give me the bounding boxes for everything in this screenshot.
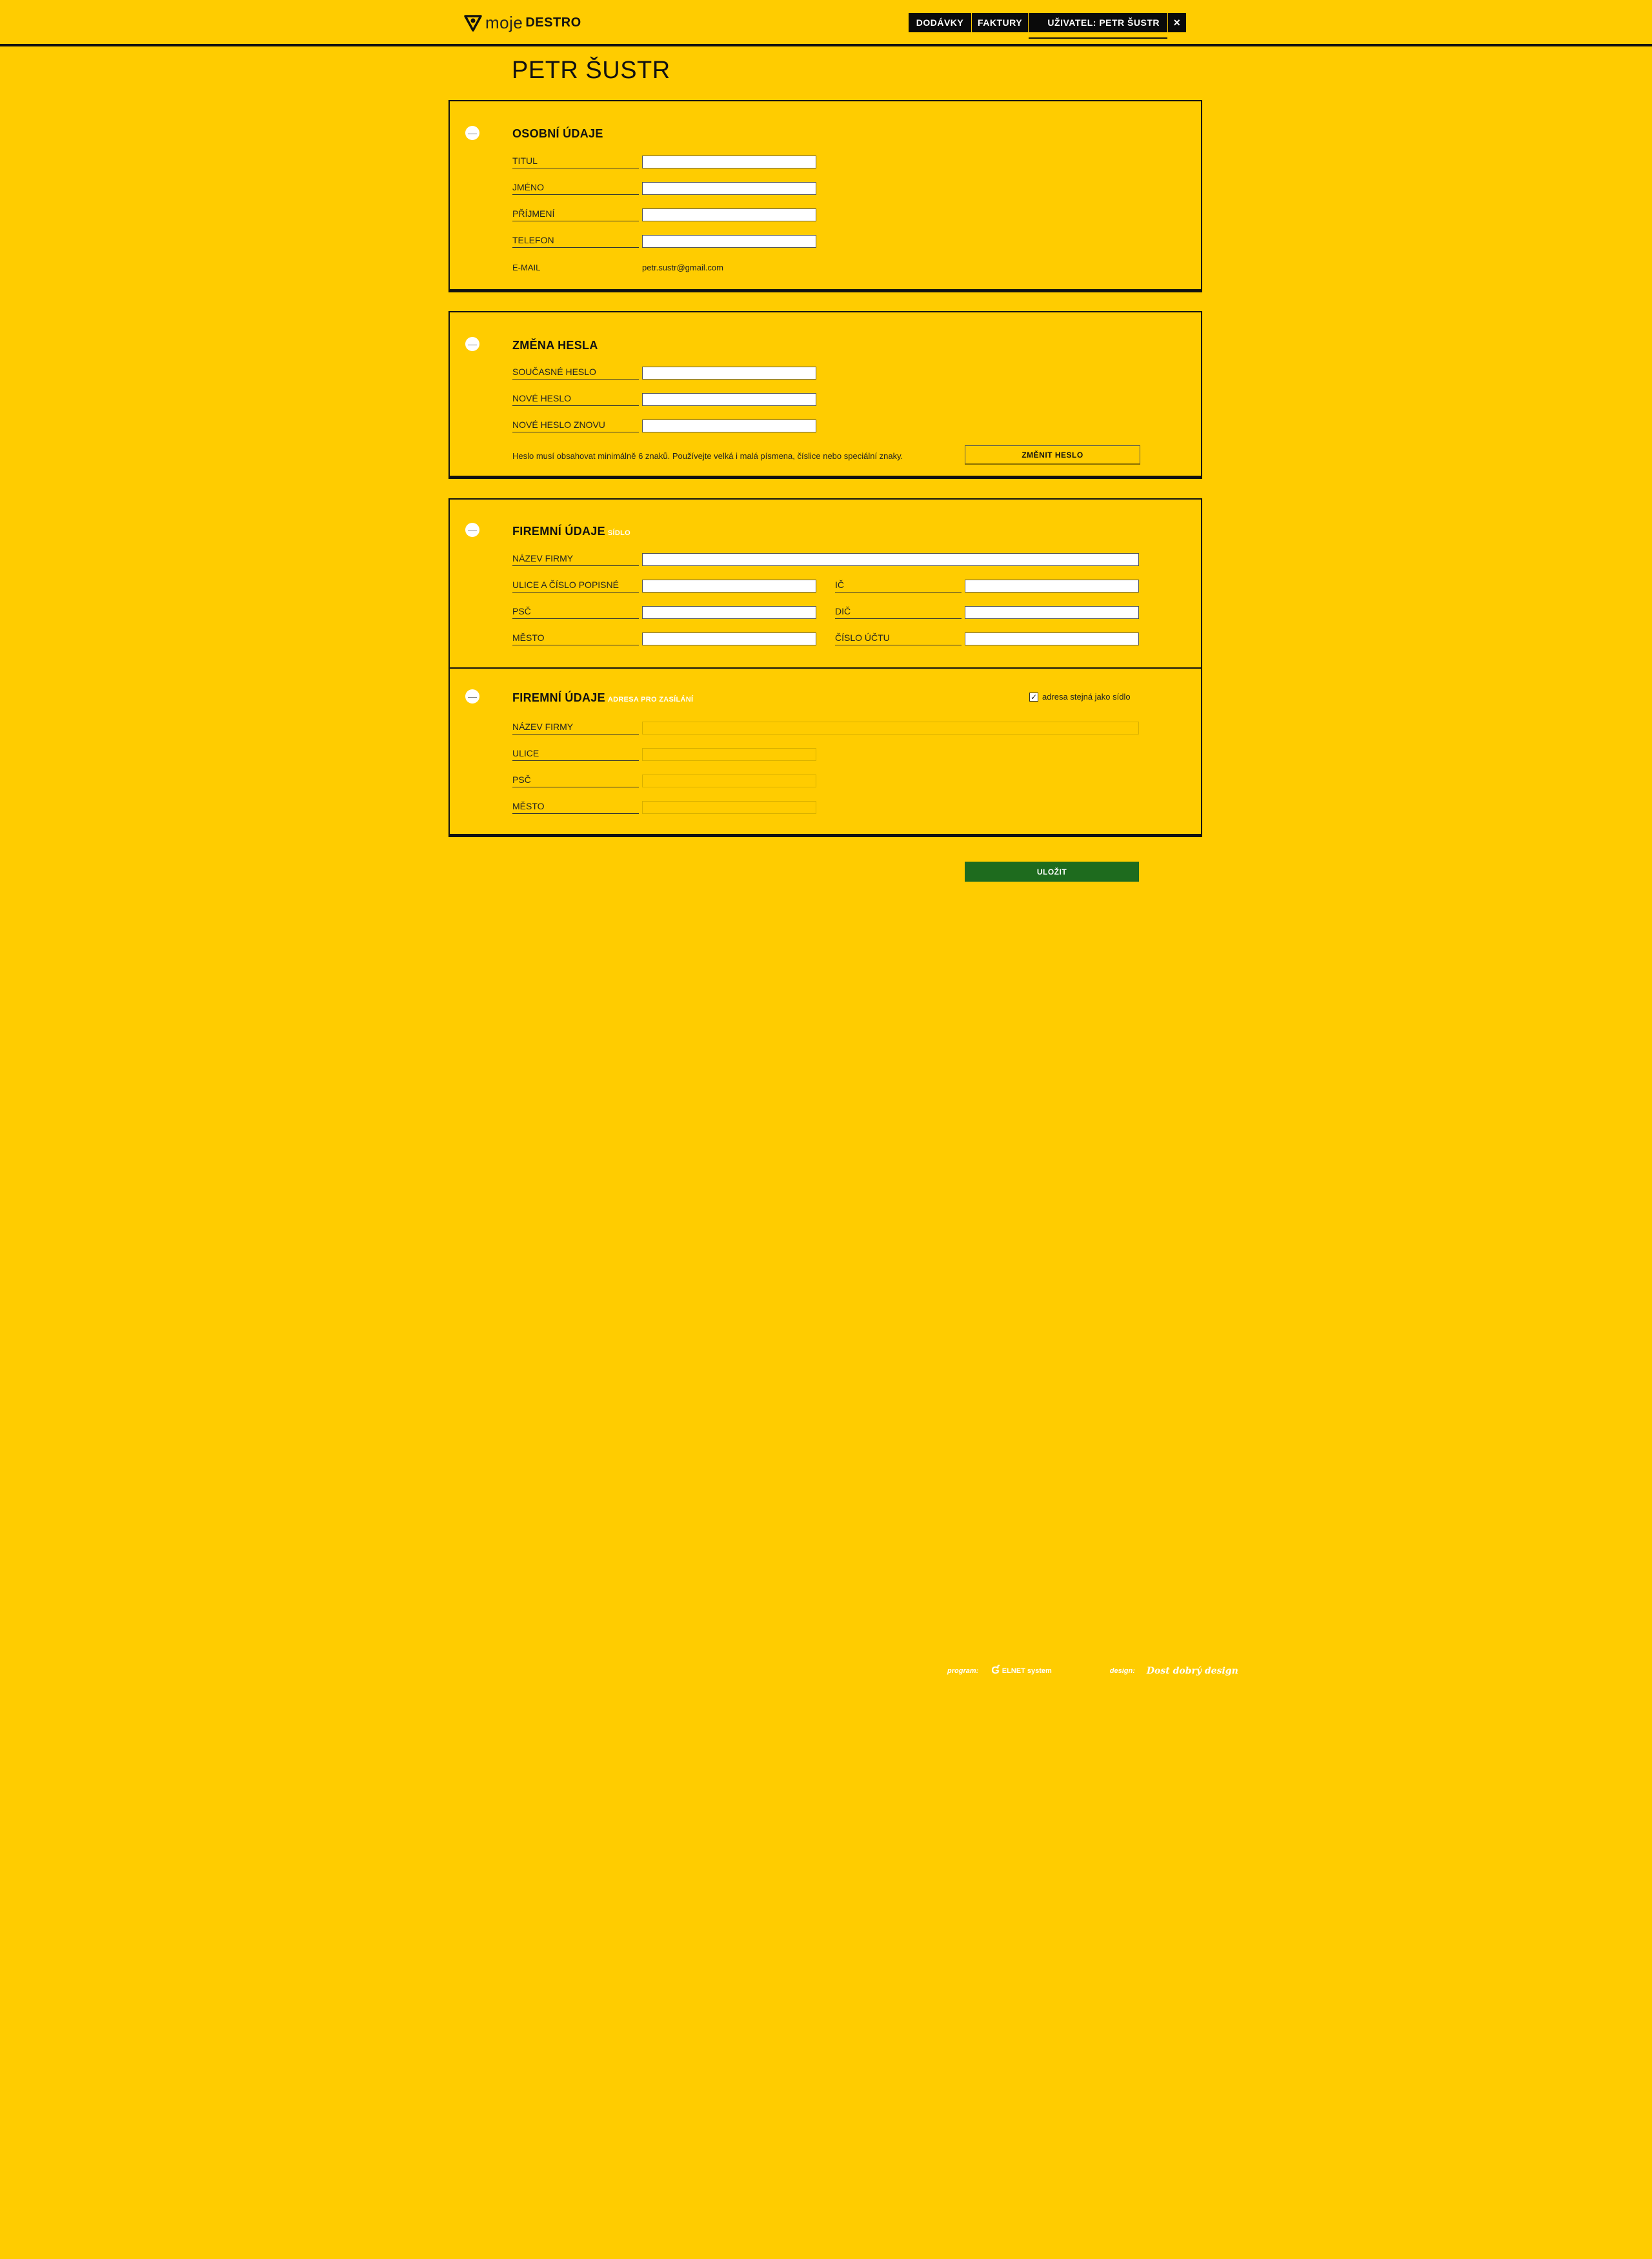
collapse-toggle-icon[interactable]: —	[465, 337, 479, 351]
current-password-input[interactable]	[642, 367, 816, 380]
zip-input[interactable]	[642, 606, 816, 619]
label-email: E-MAIL	[512, 263, 541, 272]
label-company-name: NÁZEV FIRMY	[512, 552, 639, 566]
section-title-text: FIREMNÍ ÚDAJE	[512, 525, 605, 538]
street-input[interactable]	[642, 580, 816, 593]
footer-credits: program: Ɠ ELNET system design: Dost dob…	[947, 1665, 1238, 1677]
same-address-checkbox[interactable]: ✓	[1029, 692, 1038, 702]
account-input[interactable]	[965, 633, 1139, 645]
label-new-password-repeat: NOVÉ HESLO ZNOVU	[512, 418, 639, 432]
dic-input[interactable]	[965, 606, 1139, 619]
elnet-logo-icon: Ɠ	[991, 1665, 1000, 1676]
prijmeni-input[interactable]	[642, 208, 816, 221]
logo-text-moje: moje	[485, 12, 523, 32]
main-nav: DODÁVKY FAKTURY UŽIVATEL: PETR ŠUSTR ×	[909, 13, 1186, 39]
label-shipping-company-name: NÁZEV FIRMY	[512, 720, 639, 734]
save-button[interactable]: ULOŽIT	[965, 862, 1139, 882]
label-street: ULICE A ČÍSLO POPISNÉ	[512, 578, 639, 593]
company-seat-section: — FIREMNÍ ÚDAJE SÍDLO NÁZEV FIRMY ULICE A…	[450, 500, 1201, 667]
label-jmeno: JMÉNO	[512, 181, 639, 195]
program-label: program:	[947, 1667, 979, 1675]
nav-invoices[interactable]: FAKTURY	[972, 13, 1029, 32]
collapse-toggle-icon[interactable]: —	[465, 523, 479, 537]
jmeno-input[interactable]	[642, 182, 816, 195]
titul-input[interactable]	[642, 156, 816, 168]
section-title: FIREMNÍ ÚDAJE SÍDLO	[512, 525, 630, 538]
destro-logo-icon	[464, 15, 482, 32]
label-telefon: TELEFON	[512, 234, 639, 248]
new-password-repeat-input[interactable]	[642, 420, 816, 432]
section-title: ZMĚNA HESLA	[512, 339, 598, 352]
design-brand-link[interactable]: Dost dobrý design	[1147, 1666, 1238, 1676]
email-value: petr.sustr@gmail.com	[642, 263, 723, 272]
design-label: design:	[1109, 1667, 1135, 1675]
section-title-text: FIREMNÍ ÚDAJE	[512, 691, 605, 704]
change-password-button[interactable]: ZMĚNIT HESLO	[965, 445, 1140, 465]
label-account: ČÍSLO ÚČTU	[835, 631, 962, 645]
password-change-panel: — ZMĚNA HESLA SOUČASNÉ HESLO NOVÉ HESLO …	[448, 311, 1202, 479]
new-password-input[interactable]	[642, 393, 816, 406]
city-input[interactable]	[642, 633, 816, 645]
shipping-company-name-input	[642, 722, 1139, 734]
collapse-toggle-icon[interactable]: —	[465, 126, 479, 140]
moje-destro-logo[interactable]: moje DESTRO	[463, 13, 581, 32]
logo-text-destro: DESTRO	[525, 15, 581, 30]
company-info-panel: — FIREMNÍ ÚDAJE SÍDLO NÁZEV FIRMY ULICE A…	[448, 498, 1202, 837]
elnet-brand-text: ELNET system	[1002, 1667, 1052, 1675]
telefon-input[interactable]	[642, 235, 816, 248]
nav-user[interactable]: UŽIVATEL: PETR ŠUSTR	[1029, 13, 1168, 39]
label-shipping-street: ULICE	[512, 747, 639, 761]
same-address-checkbox-wrap[interactable]: ✓ adresa stejná jako sídlo	[1029, 692, 1131, 702]
label-current-password: SOUČASNÉ HESLO	[512, 365, 639, 380]
label-titul: TITUL	[512, 154, 639, 168]
password-hint: Heslo musí obsahovat minimálně 6 znaků. …	[512, 451, 903, 461]
label-prijmeni: PŘÍJMENÍ	[512, 207, 639, 221]
collapse-toggle-icon[interactable]: —	[465, 689, 479, 704]
section-title: OSOBNÍ ÚDAJE	[512, 127, 603, 140]
same-address-label: adresa stejná jako sídlo	[1042, 692, 1131, 702]
label-ic: IČ	[835, 578, 962, 593]
company-name-input[interactable]	[642, 553, 1139, 566]
label-new-password: NOVÉ HESLO	[512, 392, 639, 406]
label-shipping-zip: PSČ	[512, 773, 639, 787]
nav-deliveries[interactable]: DODÁVKY	[909, 13, 972, 32]
ic-input[interactable]	[965, 580, 1139, 593]
shipping-zip-input	[642, 775, 816, 787]
section-subtitle: ADRESA PRO ZASÍLÁNÍ	[607, 696, 694, 704]
page-title: PETR ŠUSTR	[512, 57, 670, 84]
logout-close-icon[interactable]: ×	[1168, 13, 1186, 32]
nav-user-active-indicator	[1029, 37, 1167, 39]
nav-user-label: UŽIVATEL: PETR ŠUSTR	[1047, 17, 1160, 28]
section-subtitle: SÍDLO	[607, 529, 631, 537]
personal-info-panel: — OSOBNÍ ÚDAJE TITUL JMÉNO PŘÍJMENÍ TELE…	[448, 100, 1202, 292]
shipping-city-input	[642, 801, 816, 814]
label-zip: PSČ	[512, 605, 639, 619]
top-header: moje DESTRO DODÁVKY FAKTURY UŽIVATEL: PE…	[0, 0, 1652, 46]
section-title: FIREMNÍ ÚDAJE ADRESA PRO ZASÍLÁNÍ	[512, 691, 693, 705]
label-dic: DIČ	[835, 605, 962, 619]
label-shipping-city: MĚSTO	[512, 800, 639, 814]
label-city: MĚSTO	[512, 631, 639, 645]
shipping-street-input	[642, 748, 816, 761]
elnet-link[interactable]: Ɠ ELNET system	[991, 1665, 1051, 1677]
shipping-address-section: — FIREMNÍ ÚDAJE ADRESA PRO ZASÍLÁNÍ ✓ adr…	[450, 667, 1201, 834]
